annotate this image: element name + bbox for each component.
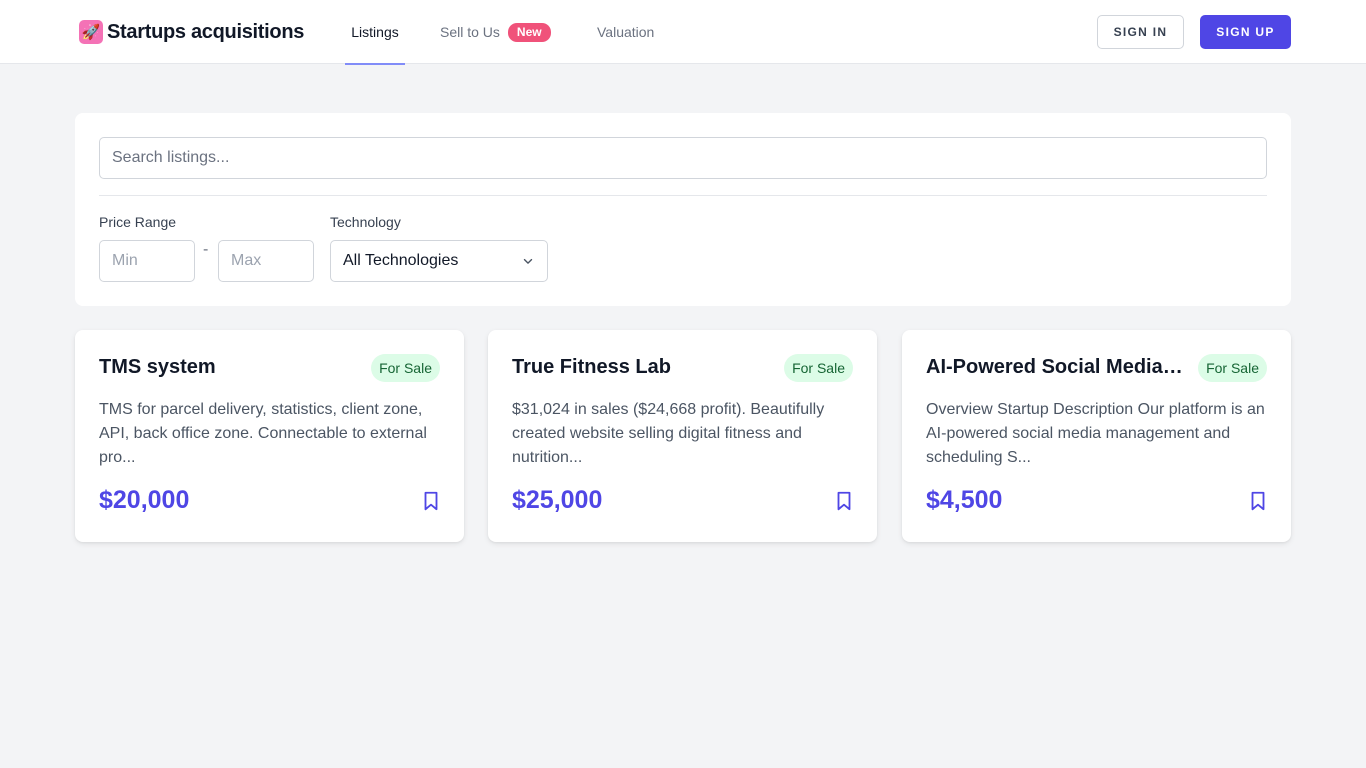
nav-listings-label: Listings (351, 24, 399, 40)
nav-sell-to-us-label: Sell to Us (440, 24, 500, 40)
brand-name: Startups acquisitions (107, 20, 305, 43)
listing-description: TMS for parcel delivery, statistics, cli… (99, 401, 427, 466)
bookmark-icon[interactable] (833, 489, 855, 513)
brand-logo-link[interactable]: 🚀 Startups acquisitions (79, 19, 304, 45)
listing-price: $4,500 (926, 486, 1003, 514)
listing-price: $20,000 (99, 486, 190, 514)
technology-label: Technology (330, 214, 401, 230)
listing-card[interactable]: True Fitness Lab For Sale $31,024 in sal… (488, 330, 877, 542)
search-input[interactable] (99, 137, 1267, 179)
listing-card[interactable]: AI-Powered Social Media Management For S… (902, 330, 1291, 542)
listing-card[interactable]: TMS system For Sale TMS for parcel deliv… (75, 330, 464, 542)
sign-up-button[interactable]: SIGN UP (1200, 15, 1291, 49)
new-badge: New (507, 22, 551, 42)
listing-title[interactable]: AI-Powered Social Media Management (926, 356, 1186, 379)
filter-panel: Price Range - Technology All Technologie… (75, 113, 1291, 306)
technology-select[interactable]: All Technologies (330, 240, 548, 282)
listing-title[interactable]: True Fitness Lab (512, 356, 772, 379)
price-separator: - (203, 241, 209, 258)
filter-divider (99, 195, 1267, 196)
bookmark-icon[interactable] (420, 489, 442, 513)
nav-valuation-label: Valuation (597, 24, 655, 40)
top-header: 🚀 Startups acquisitions Listings Sell to… (0, 0, 1366, 65)
rocket-icon: 🚀 (79, 20, 103, 44)
listing-price: $25,000 (512, 486, 603, 514)
nav-listings[interactable]: Listings (345, 0, 405, 65)
listing-description: Overview Startup Description Our platfor… (926, 401, 1265, 466)
chevron-down-icon (523, 258, 533, 264)
min-price-input[interactable] (99, 240, 195, 282)
status-badge: For Sale (784, 354, 853, 382)
listing-title[interactable]: TMS system (99, 356, 359, 379)
bookmark-icon[interactable] (1247, 489, 1269, 513)
max-price-input[interactable] (218, 240, 314, 282)
price-range-label: Price Range (99, 214, 177, 230)
nav-valuation[interactable]: Valuation (597, 0, 654, 64)
sign-in-button[interactable]: SIGN IN (1097, 15, 1184, 49)
status-badge: For Sale (371, 354, 440, 382)
nav-sell-to-us[interactable]: Sell to Us New (440, 0, 551, 64)
status-badge: For Sale (1198, 354, 1267, 382)
technology-selected-value: All Technologies (343, 252, 459, 269)
listing-description: $31,024 in sales ($24,668 profit). Beaut… (512, 401, 825, 466)
